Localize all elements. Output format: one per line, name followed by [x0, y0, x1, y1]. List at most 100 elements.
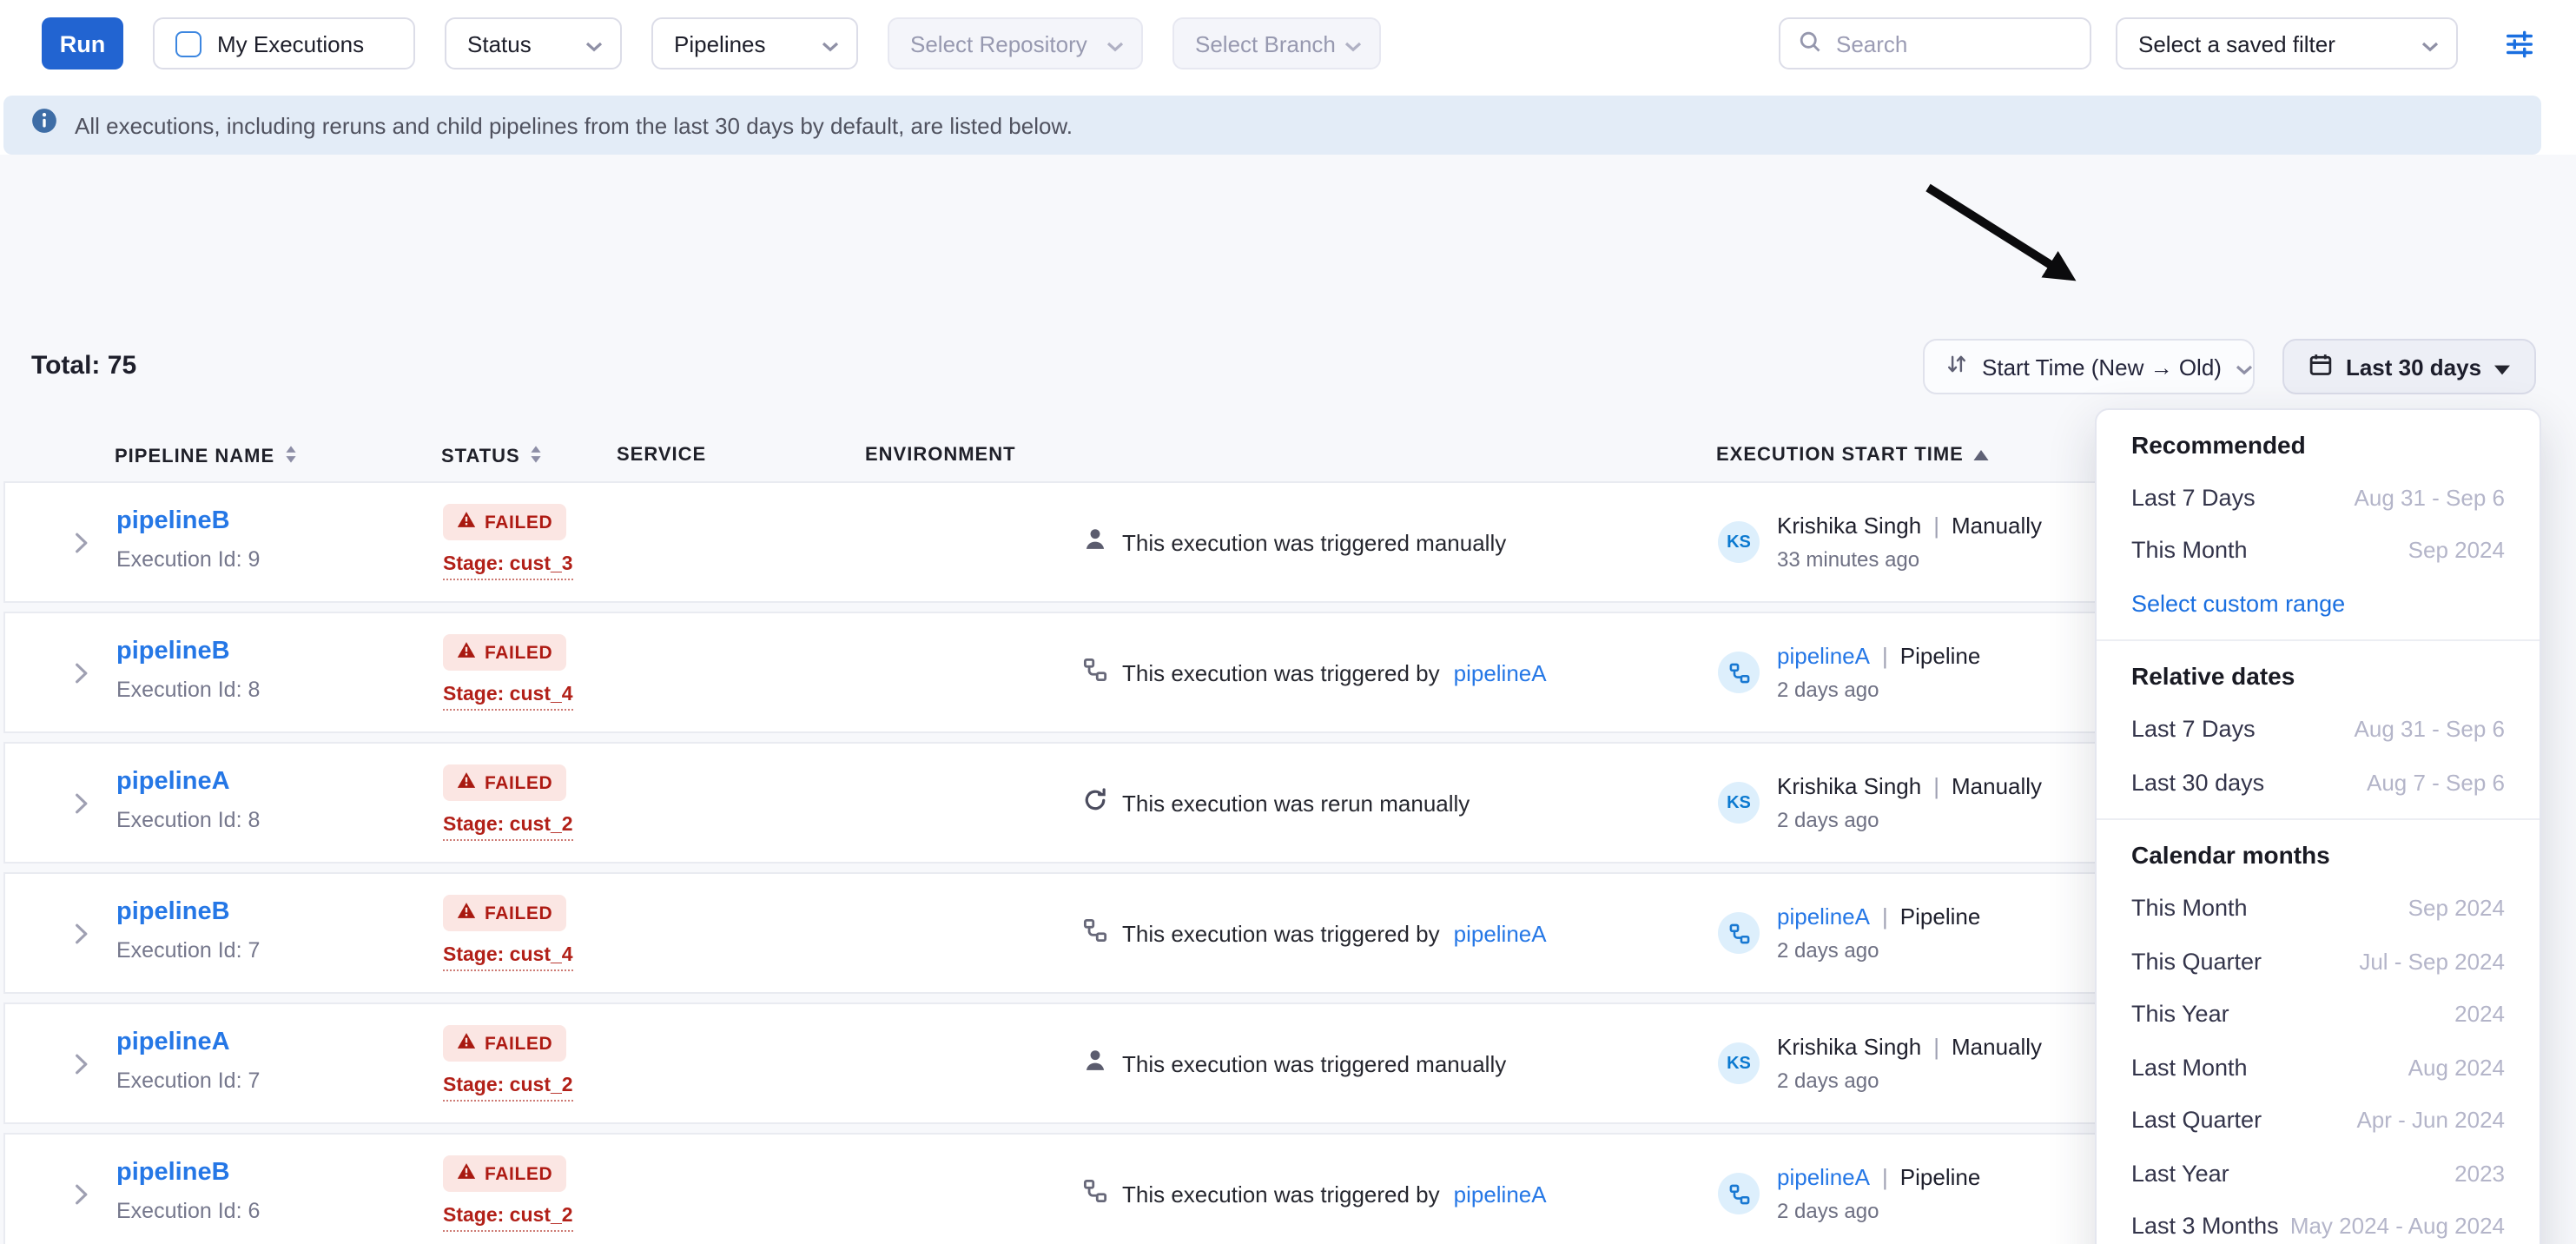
- trigger-pipeline-link[interactable]: pipelineA: [1454, 1181, 1547, 1207]
- execution-id: Execution Id: 7: [116, 1069, 260, 1093]
- status-label: FAILED: [485, 1163, 552, 1184]
- menu-section-header: Calendar months: [2097, 828, 2540, 882]
- pipeline-name-link[interactable]: pipelineB: [116, 638, 230, 665]
- saved-filter-dropdown[interactable]: Select a saved filter: [2116, 17, 2458, 69]
- column-header-execution-start-time[interactable]: EXECUTION START TIME: [1716, 445, 1990, 466]
- warning-icon: [457, 771, 476, 794]
- menu-item-last-year[interactable]: Last Year2023: [2097, 1147, 2540, 1200]
- expand-row-button[interactable]: [75, 1053, 89, 1075]
- my-executions-checkbox[interactable]: [175, 30, 201, 56]
- failed-stage-link[interactable]: Stage: cust_4: [443, 685, 573, 711]
- status-cell: FAILED Stage: cust_4: [443, 634, 573, 711]
- search-input[interactable]: [1836, 30, 2072, 56]
- info-banner: All executions, including reruns and chi…: [3, 96, 2541, 155]
- info-banner-text: All executions, including reruns and chi…: [75, 112, 1073, 138]
- filter-settings-icon[interactable]: [2503, 27, 2536, 60]
- menu-item-date-range: Aug 7 - Sep 6: [2367, 770, 2505, 796]
- executions-list-area: Total: 75 Start Time (New → Old) Last 30…: [0, 155, 2576, 1244]
- menu-item-select-custom-range[interactable]: Select custom range: [2097, 577, 2540, 630]
- menu-item-this-month[interactable]: This MonthSep 2024: [2097, 882, 2540, 935]
- column-header-service: SERVICE: [617, 445, 706, 466]
- column-header-status[interactable]: STATUS: [441, 445, 543, 469]
- pipeline-name-link[interactable]: pipelineB: [116, 898, 230, 926]
- failed-stage-link[interactable]: Stage: cust_4: [443, 945, 573, 971]
- menu-item-this-quarter[interactable]: This QuarterJul - Sep 2024: [2097, 935, 2540, 988]
- menu-item-label: This Month: [2131, 538, 2248, 564]
- date-range-button[interactable]: Last 30 days: [2282, 339, 2536, 394]
- time-ago: 2 days ago: [1777, 938, 1980, 963]
- time-ago: 2 days ago: [1777, 1069, 2042, 1093]
- menu-item-label: Last Year: [2131, 1161, 2229, 1187]
- failed-stage-link[interactable]: Stage: cust_2: [443, 1075, 573, 1102]
- menu-item-label: Last 30 days: [2131, 770, 2264, 796]
- triggering-pipeline-link[interactable]: pipelineA: [1777, 643, 1870, 669]
- trigger-description: This execution was rerun manually: [1122, 790, 1470, 816]
- triggered-by: pipelineA|Pipeline: [1777, 903, 1980, 930]
- failed-stage-link[interactable]: Stage: cust_3: [443, 554, 573, 580]
- status-label: FAILED: [485, 772, 552, 793]
- expand-row-button[interactable]: [75, 1183, 89, 1206]
- warning-icon: [457, 1032, 476, 1055]
- menu-item-this-year[interactable]: This Year2024: [2097, 988, 2540, 1041]
- menu-item-label: Select custom range: [2131, 591, 2345, 617]
- menu-divider: [2097, 639, 2540, 640]
- triggering-user-name: Krishika Singh: [1777, 513, 1921, 539]
- pipeline-avatar-icon: [1718, 1173, 1760, 1214]
- time-ago: 2 days ago: [1777, 1199, 1980, 1223]
- my-executions-toggle[interactable]: My Executions: [153, 17, 415, 69]
- failed-stage-link[interactable]: Stage: cust_2: [443, 1206, 573, 1232]
- menu-item-this-month[interactable]: This MonthSep 2024: [2097, 524, 2540, 577]
- pipeline-cell: pipelineB Execution Id: 7: [116, 897, 260, 963]
- menu-item-label: This Quarter: [2131, 949, 2262, 975]
- menu-section-header: Relative dates: [2097, 649, 2540, 703]
- execution-id: Execution Id: 8: [116, 678, 260, 702]
- menu-item-date-range: May 2024 - Aug 2024: [2290, 1214, 2505, 1240]
- caret-down-icon: [2493, 354, 2509, 380]
- triggering-pipeline-link[interactable]: pipelineA: [1777, 903, 1870, 930]
- pipeline-name-link[interactable]: pipelineA: [116, 1029, 230, 1056]
- expand-row-button[interactable]: [75, 662, 89, 685]
- menu-item-last-7-days[interactable]: Last 7 DaysAug 31 - Sep 6: [2097, 471, 2540, 524]
- menu-item-last-quarter[interactable]: Last QuarterApr - Jun 2024: [2097, 1094, 2540, 1147]
- menu-item-date-range: Aug 2024: [2408, 1055, 2505, 1081]
- select-repository-dropdown[interactable]: Select Repository: [888, 17, 1143, 69]
- triggered-by: pipelineA|Pipeline: [1777, 643, 1980, 669]
- time-ago: 2 days ago: [1777, 678, 1980, 702]
- trigger-description: This execution was triggered by: [1122, 659, 1440, 685]
- trigger-cell: This execution was triggered manually: [1082, 483, 1506, 601]
- execution-start-cell: pipelineA|Pipeline 2 days ago: [1718, 613, 1980, 731]
- expand-row-button[interactable]: [75, 923, 89, 945]
- expand-row-button[interactable]: [75, 532, 89, 554]
- pipeline-name-link[interactable]: pipelineB: [116, 1159, 230, 1187]
- toolbar: Run My Executions Status Pipelines Selec…: [0, 0, 2576, 87]
- rerun-icon: [1082, 787, 1108, 818]
- execution-id: Execution Id: 6: [116, 1199, 260, 1223]
- trigger-pipeline-link[interactable]: pipelineA: [1454, 920, 1547, 946]
- menu-item-date-range: Aug 31 - Sep 6: [2355, 717, 2505, 743]
- execution-start-cell: pipelineA|Pipeline 2 days ago: [1718, 1135, 1980, 1244]
- sort-dropdown[interactable]: Start Time (New → Old): [1923, 339, 2255, 394]
- menu-item-label: Last Month: [2131, 1055, 2248, 1081]
- menu-item-last-7-days[interactable]: Last 7 DaysAug 31 - Sep 6: [2097, 703, 2540, 756]
- menu-item-last-month[interactable]: Last Month Aug 2024: [2097, 1041, 2540, 1094]
- pipeline-name-link[interactable]: pipelineA: [116, 768, 230, 796]
- avatar: KS: [1718, 1042, 1760, 1084]
- status-filter-dropdown[interactable]: Status: [445, 17, 622, 69]
- my-executions-label: My Executions: [217, 30, 396, 56]
- menu-item-last-30-days[interactable]: Last 30 days Aug 7 - Sep 6: [2097, 756, 2540, 809]
- failed-stage-link[interactable]: Stage: cust_2: [443, 815, 573, 841]
- column-header-pipeline-name[interactable]: PIPELINE NAME: [115, 445, 297, 469]
- trigger-pipeline-link[interactable]: pipelineA: [1454, 659, 1547, 685]
- select-branch-dropdown[interactable]: Select Branch: [1172, 17, 1381, 69]
- expand-row-button[interactable]: [75, 792, 89, 815]
- triggered-by: Krishika Singh|Manually: [1777, 773, 2042, 799]
- menu-item-last-3-months[interactable]: Last 3 MonthsMay 2024 - Aug 2024: [2097, 1200, 2540, 1244]
- pipeline-name-link[interactable]: pipelineB: [116, 507, 230, 535]
- menu-item-label: This Month: [2131, 896, 2248, 922]
- status-cell: FAILED Stage: cust_2: [443, 1155, 573, 1232]
- triggering-pipeline-link[interactable]: pipelineA: [1777, 1164, 1870, 1190]
- execution-id: Execution Id: 9: [116, 547, 260, 572]
- run-button[interactable]: Run: [42, 17, 123, 69]
- execution-start-cell: pipelineA|Pipeline 2 days ago: [1718, 874, 1980, 992]
- pipelines-filter-dropdown[interactable]: Pipelines: [651, 17, 858, 69]
